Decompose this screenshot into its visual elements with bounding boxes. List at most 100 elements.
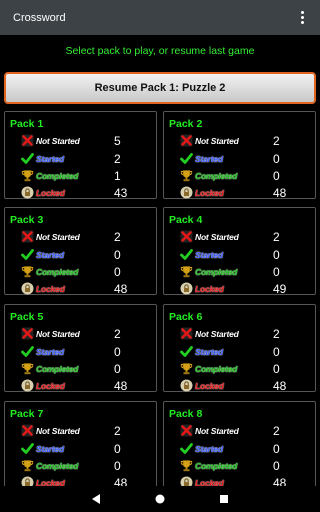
status-row-started: Started 0 xyxy=(180,246,314,263)
status-row-completed: Completed 0 xyxy=(21,457,155,474)
pack-card[interactable]: Pack 2 Not Started 2 Started 0 Completed 0 Lock… xyxy=(163,111,316,200)
status-count: 49 xyxy=(273,281,287,296)
pack-card[interactable]: Pack 1 Not Started 5 Started 2 Completed 1 Lock… xyxy=(4,111,157,200)
status-count: 0 xyxy=(273,361,280,376)
pack-card[interactable]: Pack 5 Not Started 2 Started 0 Completed 0 Lock… xyxy=(4,304,157,394)
pack-card[interactable]: Pack 8 Not Started 2 Started 0 Completed 0 Lock… xyxy=(163,401,316,490)
system-nav-bar xyxy=(0,486,320,512)
status-count: 2 xyxy=(273,326,280,341)
trophy-icon xyxy=(180,169,193,182)
status-count: 2 xyxy=(273,229,280,244)
status-label: Started xyxy=(36,249,64,260)
overflow-menu-icon[interactable] xyxy=(290,6,314,30)
status-label: Started xyxy=(195,443,223,454)
lock-icon xyxy=(180,282,193,295)
recents-icon[interactable] xyxy=(219,494,229,504)
status-label: Not Started xyxy=(195,231,239,242)
pack-title: Pack 1 xyxy=(10,118,44,130)
green-check-icon xyxy=(180,152,193,165)
status-row-not-started: Not Started 5 xyxy=(21,132,155,149)
status-row-not-started: Not Started 2 xyxy=(180,325,314,342)
status-row-not-started: Not Started 2 xyxy=(21,228,155,245)
red-x-icon xyxy=(21,134,34,147)
pack-title: Pack 3 xyxy=(10,214,44,226)
trophy-icon xyxy=(180,265,193,278)
status-label: Not Started xyxy=(195,425,239,436)
back-icon[interactable] xyxy=(91,494,101,504)
status-label: Completed xyxy=(36,460,79,471)
status-label: Locked xyxy=(36,380,65,391)
status-label: Completed xyxy=(195,460,238,471)
green-check-icon xyxy=(180,248,193,261)
status-label: Completed xyxy=(36,266,79,277)
status-label: Started xyxy=(195,249,223,260)
status-row-not-started: Not Started 2 xyxy=(180,422,314,439)
trophy-icon xyxy=(21,362,34,375)
pack-card[interactable]: Pack 6 Not Started 2 Started 0 Completed 0 Lock… xyxy=(163,304,316,394)
status-row-locked: Locked 48 xyxy=(180,377,314,394)
pack-card[interactable]: Pack 4 Not Started 2 Started 0 Completed 0 Lock… xyxy=(163,207,316,297)
trophy-icon xyxy=(21,169,34,182)
status-label: Not Started xyxy=(195,135,239,146)
status-count: 2 xyxy=(273,133,280,148)
status-label: Started xyxy=(36,153,64,164)
status-row-completed: Completed 0 xyxy=(21,263,155,280)
red-x-icon xyxy=(180,424,193,437)
status-count: 48 xyxy=(114,378,128,393)
status-count: 48 xyxy=(273,378,287,393)
pack-card[interactable]: Pack 7 Not Started 2 Started 0 Completed 0 Lock… xyxy=(4,401,157,490)
status-label: Completed xyxy=(36,170,79,181)
red-x-icon xyxy=(180,327,193,340)
status-label: Completed xyxy=(195,266,238,277)
status-label: Locked xyxy=(36,283,65,294)
status-row-locked: Locked 48 xyxy=(21,377,155,394)
green-check-icon xyxy=(21,152,34,165)
trophy-icon xyxy=(180,362,193,375)
green-check-icon xyxy=(180,442,193,455)
status-label: Not Started xyxy=(36,328,80,339)
pack-title: Pack 7 xyxy=(10,408,44,420)
status-label: Locked xyxy=(195,283,224,294)
status-count: 0 xyxy=(273,168,280,183)
status-row-completed: Completed 0 xyxy=(21,360,155,377)
green-check-icon xyxy=(21,248,34,261)
status-count: 0 xyxy=(114,361,121,376)
status-row-not-started: Not Started 2 xyxy=(21,325,155,342)
status-row-locked: Locked 49 xyxy=(180,280,314,297)
pack-title: Pack 6 xyxy=(169,311,203,323)
app-title: Crossword xyxy=(13,11,66,24)
status-row-started: Started 0 xyxy=(180,343,314,360)
status-count: 0 xyxy=(273,458,280,473)
status-count: 0 xyxy=(273,264,280,279)
trophy-icon xyxy=(21,265,34,278)
status-count: 48 xyxy=(273,185,287,200)
status-label: Started xyxy=(195,346,223,357)
status-count: 2 xyxy=(273,423,280,438)
status-row-completed: Completed 0 xyxy=(180,360,314,377)
status-count: 0 xyxy=(114,441,121,456)
status-count: 48 xyxy=(114,281,128,296)
red-x-icon xyxy=(21,424,34,437)
status-count: 0 xyxy=(114,344,121,359)
lock-icon xyxy=(180,379,193,392)
home-icon[interactable] xyxy=(155,494,165,504)
green-check-icon xyxy=(180,345,193,358)
status-row-started: Started 0 xyxy=(21,440,155,457)
status-row-completed: Completed 0 xyxy=(180,263,314,280)
status-label: Completed xyxy=(195,363,238,374)
pack-title: Pack 8 xyxy=(169,408,203,420)
status-label: Locked xyxy=(36,187,65,198)
resume-button[interactable]: Resume Pack 1: Puzzle 2 xyxy=(4,72,316,104)
status-label: Completed xyxy=(36,363,79,374)
status-count: 0 xyxy=(114,247,121,262)
status-row-completed: Completed 0 xyxy=(180,457,314,474)
status-count: 0 xyxy=(114,458,121,473)
status-row-completed: Completed 1 xyxy=(21,167,155,184)
pack-card[interactable]: Pack 3 Not Started 2 Started 0 Completed 0 Lock… xyxy=(4,207,157,296)
red-x-icon xyxy=(21,327,34,340)
status-row-started: Started 0 xyxy=(180,440,314,457)
status-count: 43 xyxy=(114,185,128,200)
instruction-text: Select pack to play, or resume last game xyxy=(65,45,255,57)
status-row-completed: Completed 0 xyxy=(180,167,314,184)
status-row-started: Started 0 xyxy=(180,150,314,167)
